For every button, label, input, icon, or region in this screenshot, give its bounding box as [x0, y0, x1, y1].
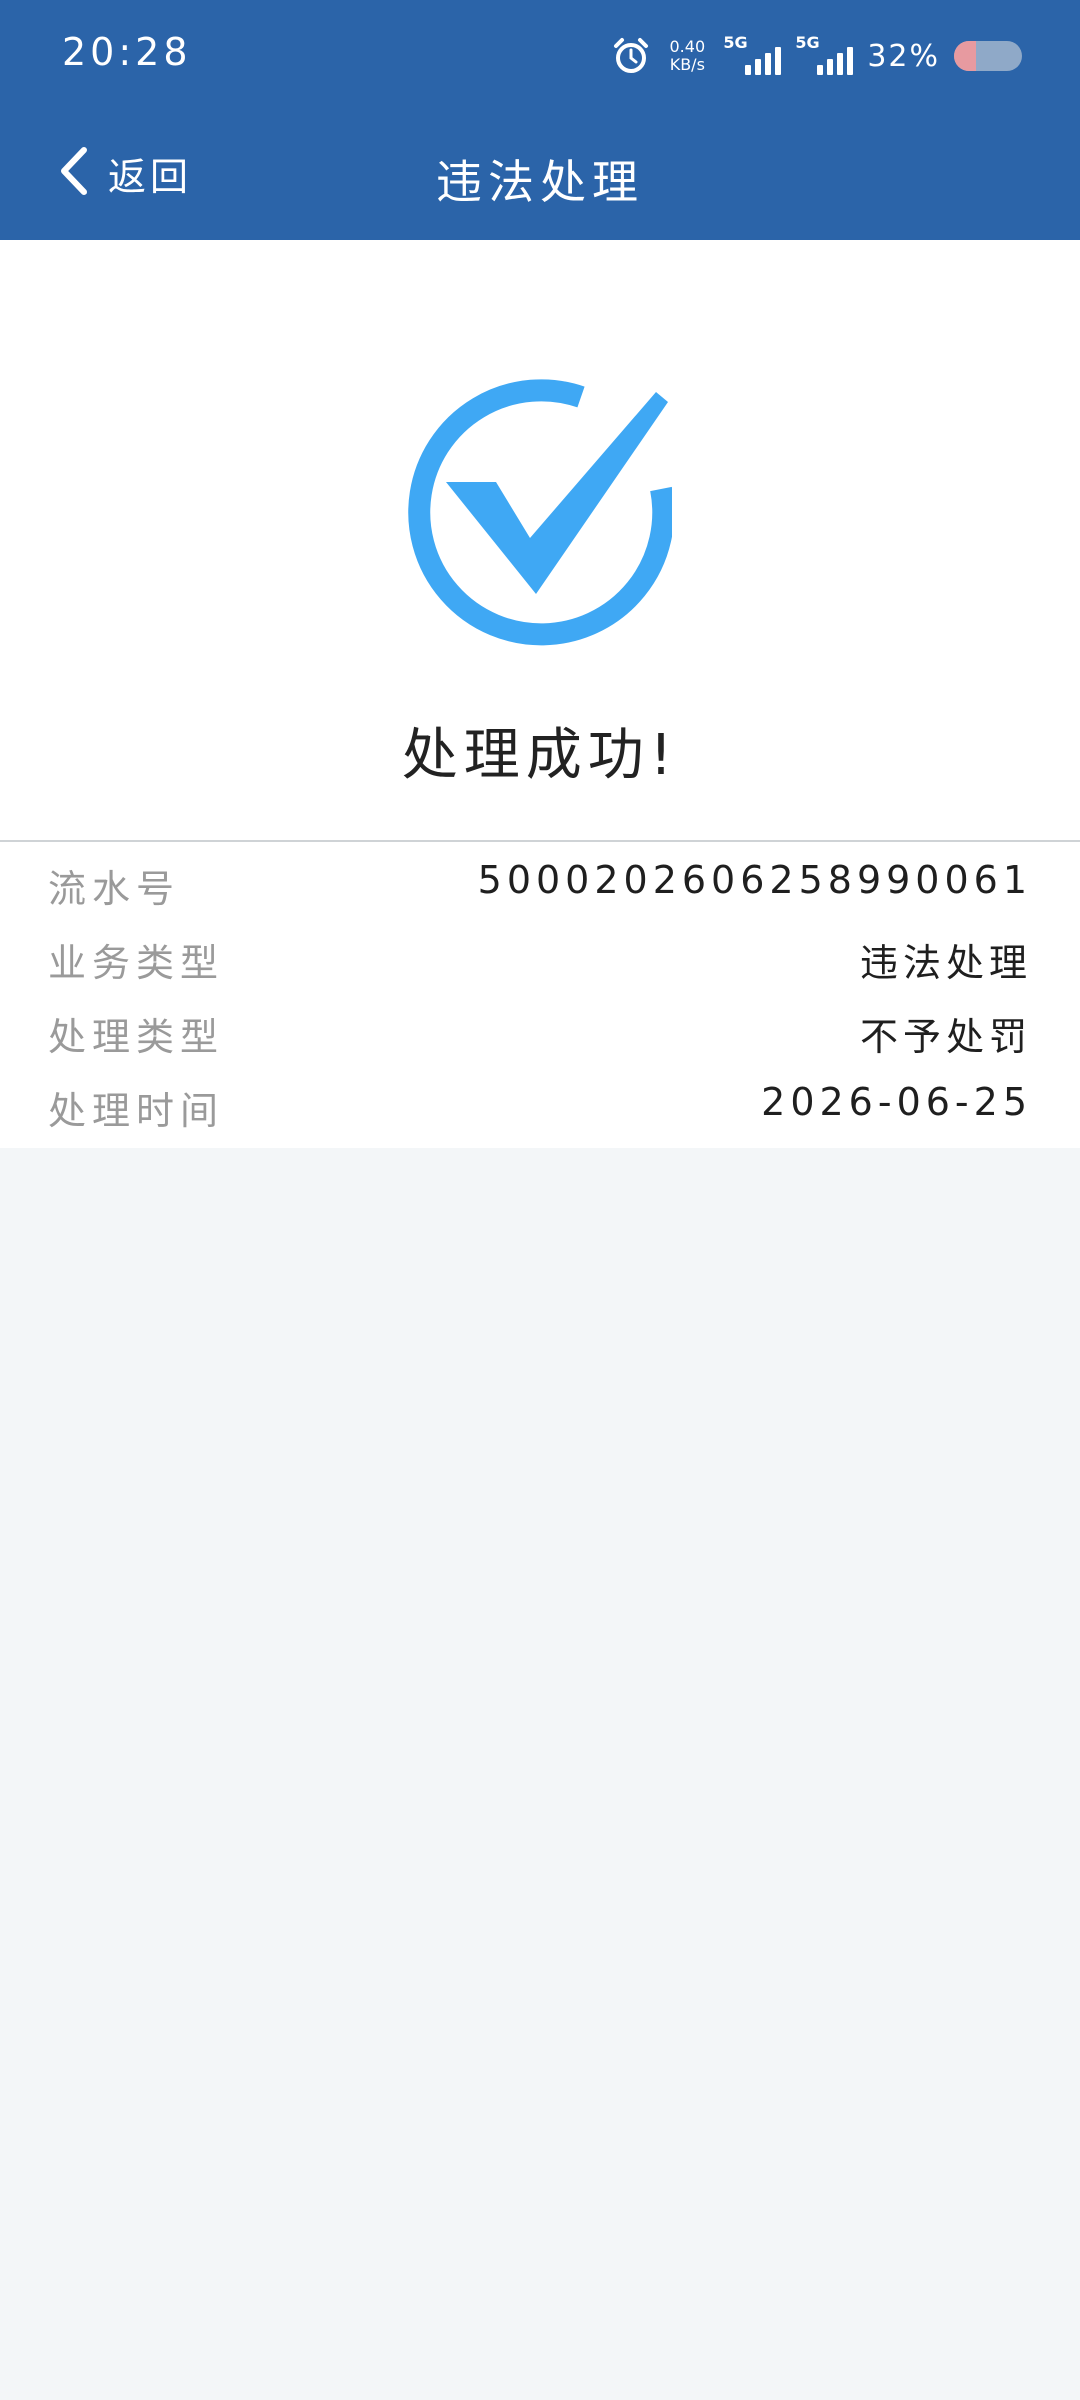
nav-bar: 返回 违法处理	[0, 110, 1080, 240]
status-bar: 20:28 0.40 KB/s 5G 5G 32%	[0, 0, 1080, 110]
sim1-signal-icon: 5G	[723, 33, 782, 79]
check-circle-icon	[406, 362, 675, 646]
alarm-clock-icon	[611, 36, 651, 76]
battery-icon	[954, 41, 1022, 71]
result-panel: 处理成功!	[0, 240, 1080, 840]
detail-row-serial-number: 流水号 5000202606258990061	[0, 842, 1080, 916]
page-title: 违法处理	[436, 155, 644, 209]
success-title: 处理成功!	[401, 723, 679, 788]
detail-value: 违法处理	[859, 941, 1032, 985]
detail-label: 业务类型	[48, 941, 225, 985]
network-speed: 0.40 KB/s	[665, 38, 709, 74]
battery-level-fill	[954, 41, 976, 71]
status-time: 20:28	[62, 30, 192, 74]
status-indicators: 0.40 KB/s 5G 5G 32%	[611, 26, 1022, 86]
details-list: 流水号 5000202606258990061 业务类型 违法处理 处理类型 不…	[0, 842, 1080, 1148]
detail-row-handling-type: 处理类型 不予处罚	[0, 990, 1080, 1064]
detail-row-business-type: 业务类型 违法处理	[0, 916, 1080, 990]
detail-row-handling-time: 处理时间 2026-06-25	[0, 1064, 1080, 1138]
detail-label: 处理时间	[48, 1089, 225, 1133]
battery-percent: 32%	[867, 38, 940, 74]
detail-label: 流水号	[48, 867, 181, 911]
sim2-signal-icon: 5G	[795, 33, 854, 79]
network-speed-unit: KB/s	[669, 55, 705, 74]
sim1-network-type: 5G	[723, 33, 748, 52]
detail-value: 5000202606258990061	[477, 858, 1032, 902]
detail-label: 处理类型	[48, 1015, 225, 1059]
detail-value: 不予处罚	[859, 1015, 1032, 1059]
sim2-network-type: 5G	[795, 33, 820, 52]
network-speed-value: 0.40	[669, 37, 706, 56]
detail-value: 2026-06-25	[761, 1080, 1032, 1124]
